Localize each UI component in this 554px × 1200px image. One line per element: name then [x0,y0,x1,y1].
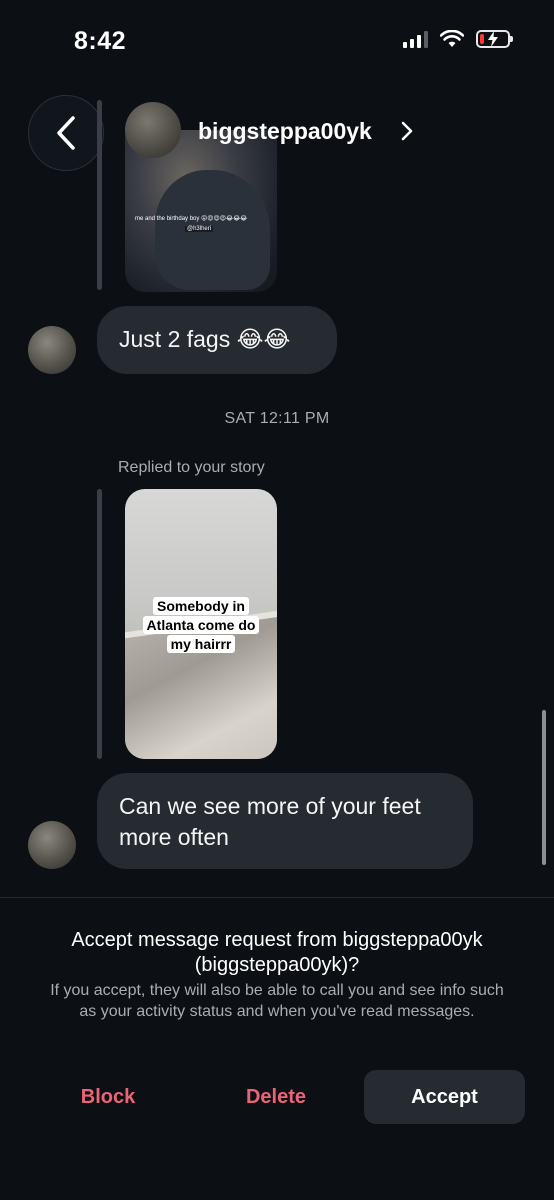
story-thread-line [97,100,102,290]
sender-avatar[interactable] [28,821,76,869]
request-description: If you accept, they will also be able to… [50,982,504,1020]
request-title: Accept message request from biggsteppa00… [71,929,483,976]
message-bubble[interactable]: Can we see more of your feet more often [97,773,473,869]
delete-button[interactable]: Delete [198,1070,354,1124]
accept-button[interactable]: Accept [364,1070,525,1124]
status-icons [403,30,513,48]
replied-to-story-label: Replied to your story [118,459,265,476]
chevron-right-icon[interactable] [400,120,414,142]
story-caption: me and the birthday boy 😝😍😍😍😂😂😂 [135,216,248,222]
battery-icon [476,30,513,48]
block-button[interactable]: Block [30,1070,186,1124]
status-time: 8:42 [74,27,127,55]
message-timestamp: SAT 12:11 PM [224,410,330,427]
message-request-panel: Accept message request from biggsteppa00… [0,897,554,1200]
back-button[interactable] [28,95,104,171]
sender-avatar[interactable] [28,326,76,374]
chevron-left-icon [57,116,75,150]
header-avatar[interactable] [125,102,181,158]
story-text-overlay: Somebody in Atlanta come do my hairrr [125,597,277,654]
message-bubble[interactable]: Just 2 fags 😂😂 [97,306,337,374]
story-thumbnail[interactable]: Somebody in Atlanta come do my hairrr [125,489,277,759]
wifi-icon [440,30,464,47]
story-tag: @h3lheri [185,226,214,232]
header-username[interactable]: biggsteppa00yk [198,118,372,145]
signal-icon [403,30,428,48]
scrollbar[interactable] [542,710,546,865]
story-thread-line [97,489,102,759]
